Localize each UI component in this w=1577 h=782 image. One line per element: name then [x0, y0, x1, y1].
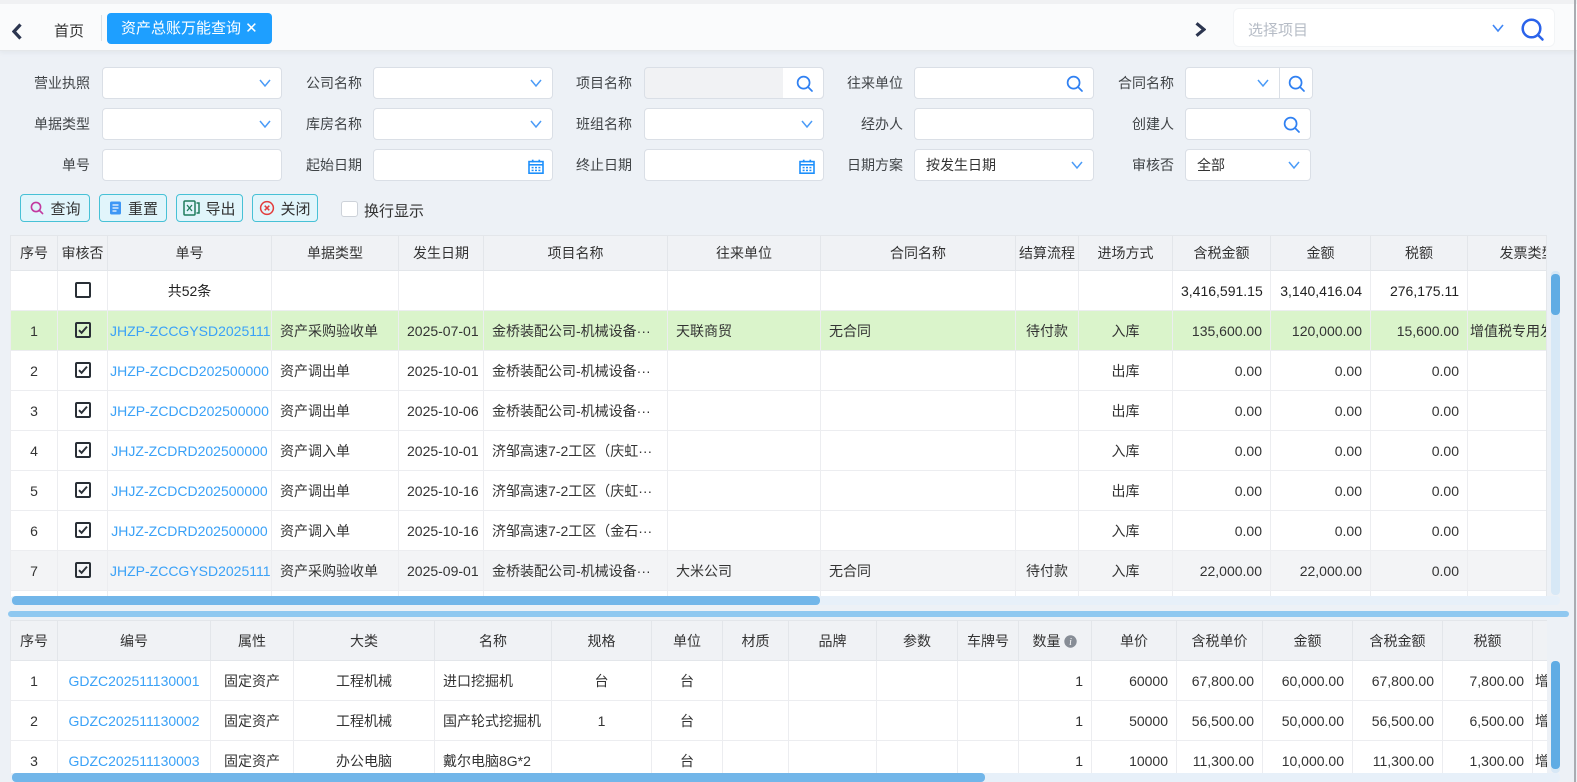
- svg-text:i: i: [1070, 636, 1073, 647]
